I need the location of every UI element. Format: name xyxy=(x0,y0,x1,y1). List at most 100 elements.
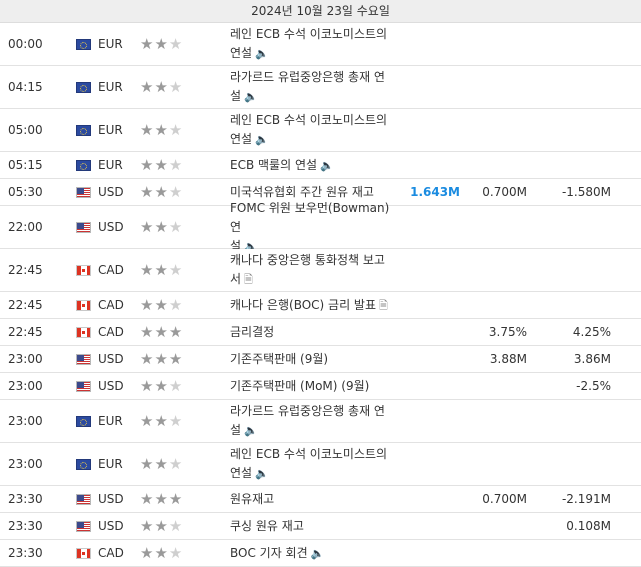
speaker-icon[interactable]: 🔈 xyxy=(244,90,258,103)
event-text: 원유재고 xyxy=(230,490,274,509)
event-title[interactable]: 쿠싱 원유 재고 xyxy=(230,519,304,533)
event-name[interactable]: 기존주택판매 (MoM) (9월) xyxy=(230,373,402,399)
event-name[interactable]: FOMC 위원 보우먼(Bowman) 연 설 🔈 xyxy=(230,201,402,253)
previous-value: -2.191M xyxy=(561,492,611,506)
forecast-value xyxy=(465,373,527,399)
event-title-cont[interactable]: 설 xyxy=(230,423,241,437)
event-title[interactable]: 캐나다 은행(BOC) 금리 발표 xyxy=(230,298,376,312)
event-name[interactable]: 레인 ECB 수석 이코노미스트의연설 🔈 xyxy=(230,23,402,65)
forecast-value: 0.700M xyxy=(482,492,527,506)
country-flag xyxy=(76,179,91,205)
event-title-cont[interactable]: 연설 xyxy=(230,46,252,60)
event-title[interactable]: BOC 기자 회견 xyxy=(230,546,308,560)
importance-stars: ★ ★ ★ xyxy=(140,373,183,399)
star-filled-icon: ★ xyxy=(154,412,169,430)
event-name[interactable]: 라가르드 유럽중앙은행 총재 연설 🔈 xyxy=(230,66,402,108)
us-flag-icon xyxy=(76,353,91,365)
previous-value xyxy=(535,443,611,485)
event-title[interactable]: 기존주택판매 (MoM) (9월) xyxy=(230,379,369,393)
event-name[interactable]: 원유재고 xyxy=(230,486,402,512)
event-title[interactable]: 미국석유협회 주간 원유 재고 xyxy=(230,185,374,199)
actual-value xyxy=(405,346,460,372)
calendar-row[interactable]: 22:45 CAD ★ ★ ★ 캐나다 중앙은행 통화정책 보고 서 🗎 xyxy=(0,249,641,292)
event-text: 캐나다 은행(BOC) 금리 발표 🗎 xyxy=(230,296,388,315)
calendar-row[interactable]: 22:45 CAD ★ ★ ★ 캐나다 은행(BOC) 금리 발표 🗎 xyxy=(0,292,641,319)
event-title[interactable]: 레인 ECB 수석 이코노미스트의 xyxy=(230,27,387,41)
actual-value xyxy=(405,443,460,485)
event-title[interactable]: 기존주택판매 (9월) xyxy=(230,352,328,366)
event-text: 기존주택판매 (9월) xyxy=(230,350,328,369)
event-time: 00:00 xyxy=(8,37,43,51)
calendar-row[interactable]: 04:15 EUR ★ ★ ★ 라가르드 유럽중앙은행 총재 연 설 🔈 xyxy=(0,66,641,109)
event-name[interactable]: 캐나다 중앙은행 통화정책 보고서 🗎 xyxy=(230,249,402,291)
event-name[interactable]: 레인 ECB 수석 이코노미스트의연설 🔈 xyxy=(230,109,402,151)
event-title-cont[interactable]: 설 xyxy=(230,89,241,103)
calendar-row[interactable]: 23:00 USD ★ ★ ★ 기존주택판매 (9월) 3.88M 3.86M xyxy=(0,346,641,373)
calendar-row[interactable]: 05:00 EUR ★ ★ ★ 레인 ECB 수석 이코노미스트의 연설 🔈 xyxy=(0,109,641,152)
event-title[interactable]: 라가르드 유럽중앙은행 총재 연 xyxy=(230,70,385,84)
forecast-value xyxy=(465,400,527,442)
event-name[interactable]: 기존주택판매 (9월) xyxy=(230,346,402,372)
event-name[interactable]: 쿠싱 원유 재고 xyxy=(230,513,402,539)
star-filled-icon: ★ xyxy=(154,218,169,236)
event-name[interactable]: ECB 맥룰의 연설 🔈 xyxy=(230,152,402,178)
event-text: 레인 ECB 수석 이코노미스트의연설 🔈 xyxy=(230,445,387,483)
calendar-row[interactable]: 23:30 USD ★ ★ ★ 쿠싱 원유 재고 0.108M xyxy=(0,513,641,540)
document-icon[interactable]: 🗎 xyxy=(379,299,388,312)
calendar-row[interactable]: 23:00 USD ★ ★ ★ 기존주택판매 (MoM) (9월) -2.5% xyxy=(0,373,641,400)
speaker-icon[interactable]: 🔈 xyxy=(255,47,269,60)
event-title[interactable]: 레인 ECB 수석 이코노미스트의 xyxy=(230,447,387,461)
event-title[interactable]: 원유재고 xyxy=(230,492,274,506)
event-title-cont[interactable]: 서 xyxy=(230,272,241,286)
event-name[interactable]: 금리결정 xyxy=(230,319,402,345)
importance-stars: ★ ★ ★ xyxy=(140,23,183,65)
calendar-row[interactable]: 23:00 EUR ★ ★ ★ 라가르드 유럽중앙은행 총재 연 설 🔈 xyxy=(0,400,641,443)
event-text: 라가르드 유럽중앙은행 총재 연설 🔈 xyxy=(230,402,385,440)
event-title[interactable]: 레인 ECB 수석 이코노미스트의 xyxy=(230,113,387,127)
event-title[interactable]: ECB 맥룰의 연설 xyxy=(230,158,317,172)
calendar-row[interactable]: 23:00 EUR ★ ★ ★ 레인 ECB 수석 이코노미스트의 연설 🔈 xyxy=(0,443,641,486)
star-filled-icon: ★ xyxy=(140,78,155,96)
forecast-value xyxy=(465,540,527,566)
speaker-icon[interactable]: 🔈 xyxy=(255,467,269,480)
star-filled-icon: ★ xyxy=(154,517,169,535)
us-flag-icon xyxy=(76,520,91,532)
event-title[interactable]: 캐나다 중앙은행 통화정책 보고 xyxy=(230,253,385,267)
event-text: 라가르드 유럽중앙은행 총재 연설 🔈 xyxy=(230,68,385,106)
event-name[interactable]: BOC 기자 회견 🔈 xyxy=(230,540,402,566)
speaker-icon[interactable]: 🔈 xyxy=(311,547,325,560)
calendar-row[interactable]: 22:45 CAD ★ ★ ★ 금리결정 3.75% 4.25% xyxy=(0,319,641,346)
country-flag xyxy=(76,443,91,485)
speaker-icon[interactable]: 🔈 xyxy=(255,133,269,146)
event-name[interactable]: 라가르드 유럽중앙은행 총재 연설 🔈 xyxy=(230,400,402,442)
event-title[interactable]: 라가르드 유럽중앙은행 총재 연 xyxy=(230,404,385,418)
event-text: BOC 기자 회견 🔈 xyxy=(230,544,324,563)
event-title-cont[interactable]: 연설 xyxy=(230,466,252,480)
country-flag xyxy=(76,292,91,318)
event-title[interactable]: 금리결정 xyxy=(230,325,274,339)
event-text: 금리결정 xyxy=(230,323,274,342)
forecast-value xyxy=(465,249,527,291)
calendar-row[interactable]: 22:00 USD ★ ★ ★ FOMC 위원 보우먼(Bowman) 연 설 🔈 xyxy=(0,201,641,253)
calendar-row[interactable]: 00:00 EUR ★ ★ ★ 레인 ECB 수석 이코노미스트의 연설 🔈 xyxy=(0,23,641,66)
calendar-row[interactable]: 23:30 USD ★ ★ ★ 원유재고 0.700M -2.191M xyxy=(0,486,641,513)
star-filled-icon: ★ xyxy=(154,350,169,368)
currency-code: USD xyxy=(98,519,124,533)
speaker-icon[interactable]: 🔈 xyxy=(244,424,258,437)
event-title[interactable]: FOMC 위원 보우먼(Bowman) 연 xyxy=(230,201,389,234)
star-empty-icon: ★ xyxy=(168,218,184,236)
event-name[interactable]: 캐나다 은행(BOC) 금리 발표 🗎 xyxy=(230,292,402,318)
star-filled-icon: ★ xyxy=(154,490,169,508)
star-filled-icon: ★ xyxy=(140,35,155,53)
currency-code: CAD xyxy=(98,546,124,560)
calendar-row[interactable]: 05:15 EUR ★ ★ ★ ECB 맥룰의 연설 🔈 xyxy=(0,152,641,179)
event-name[interactable]: 레인 ECB 수석 이코노미스트의연설 🔈 xyxy=(230,443,402,485)
document-icon[interactable]: 🗎 xyxy=(244,273,253,286)
speaker-icon[interactable]: 🔈 xyxy=(320,159,334,172)
ca-flag-icon xyxy=(76,326,91,338)
eu-flag-icon xyxy=(76,415,91,427)
star-filled-icon: ★ xyxy=(140,156,155,174)
star-empty-icon: ★ xyxy=(168,412,184,430)
star-filled-icon: ★ xyxy=(140,323,155,341)
event-title-cont[interactable]: 연설 xyxy=(230,132,252,146)
